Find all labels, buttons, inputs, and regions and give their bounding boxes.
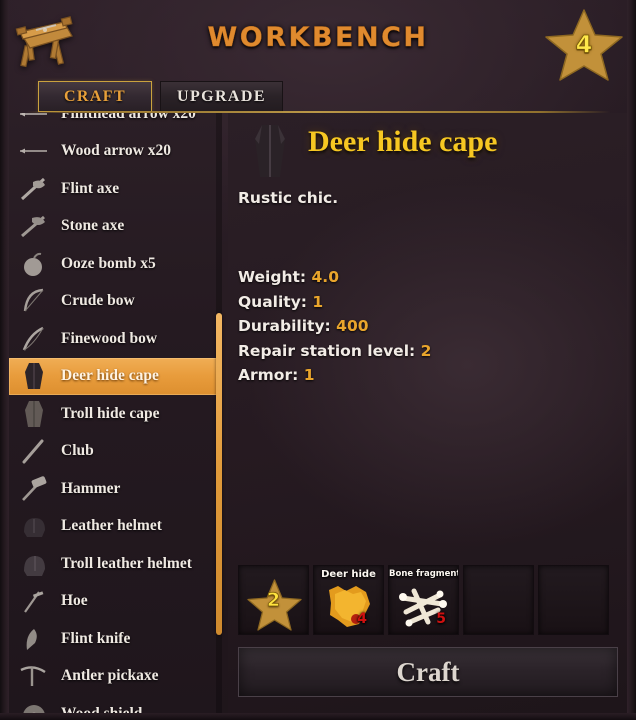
stat-quality-value: 1 <box>312 292 324 311</box>
list-item[interactable]: Ooze bomb x5 <box>9 245 222 283</box>
list-item-label: Stone axe <box>61 217 125 235</box>
recipe-list-inner: Flinthead arrow x20 Wood arrow x20 Flint… <box>9 113 222 713</box>
item-stats: Weight: 4.0 Quality: 1 Durability: 400 R… <box>238 265 618 388</box>
list-item[interactable]: Troll hide cape <box>9 395 222 433</box>
deer-hide-cape-icon <box>255 125 285 177</box>
stat-durability: Durability: 400 <box>238 314 618 339</box>
axe-icon <box>17 174 51 204</box>
stat-armor-label: Armor: <box>238 366 299 384</box>
tab-upgrade[interactable]: UPGRADE <box>160 81 283 112</box>
list-item[interactable]: Flint knife <box>9 620 222 658</box>
stat-durability-value: 400 <box>336 317 369 335</box>
craft-quality-slot[interactable]: 2 <box>238 565 309 635</box>
window-frame-bottom <box>0 713 636 720</box>
helmet-icon <box>17 511 51 541</box>
list-item-label: Wood arrow x20 <box>61 142 171 160</box>
list-item-label: Hammer <box>61 479 121 497</box>
station-level-value: 4 <box>575 30 593 59</box>
tab-bar: CRAFT UPGRADE <box>38 81 283 112</box>
craft-button-label: Craft <box>396 656 460 687</box>
bow-icon <box>17 324 51 354</box>
recipe-list[interactable]: Flinthead arrow x20 Wood arrow x20 Flint… <box>9 113 222 713</box>
list-item[interactable]: Hoe <box>9 583 222 621</box>
list-item-label: Troll hide cape <box>61 404 160 422</box>
stat-quality: Quality: 1 <box>238 290 618 315</box>
list-item-label: Leather helmet <box>61 517 162 535</box>
recipe-list-scrollbar[interactable] <box>216 313 222 635</box>
stat-armor: Armor: 1 <box>238 363 618 388</box>
bow-icon <box>17 286 51 316</box>
list-item[interactable]: Wood arrow x20 <box>9 133 222 171</box>
list-item-label: Ooze bomb x5 <box>61 254 156 272</box>
shield-icon <box>17 699 51 713</box>
ingredient-name: Bone fragments <box>389 569 458 579</box>
club-icon <box>17 436 51 466</box>
list-item-label: Troll leather helmet <box>61 554 192 572</box>
stat-weight-label: Weight: <box>238 268 307 286</box>
workbench-crafting-window: WORKBENCH 4 CRAFT UPGRADE Flinthead arro… <box>0 0 636 720</box>
stat-repair-station-level-label: Repair station level: <box>238 341 416 360</box>
list-item-label: Antler pickaxe <box>61 667 159 685</box>
list-item-label: Club <box>61 442 94 460</box>
stat-weight-value: 4.0 <box>311 268 339 286</box>
tab-craft[interactable]: CRAFT <box>38 81 152 112</box>
item-detail-panel: Deer hide cape Rustic chic. Weight: 4.0 … <box>228 113 627 713</box>
list-item-label: Hoe <box>61 592 88 610</box>
list-item[interactable]: Wood shield <box>9 695 222 713</box>
list-item[interactable]: Finewood bow <box>9 320 222 358</box>
stat-armor-value: 1 <box>303 366 315 384</box>
list-item-label: Finewood bow <box>61 329 158 347</box>
stat-repair-station-level-value: 2 <box>420 341 432 360</box>
ingredient-quantity: 5 <box>436 611 446 627</box>
ingredient-slot-bone-fragments[interactable]: Bone fragments 5 <box>388 565 459 635</box>
stat-repair-station-level: Repair station level: 2 <box>238 339 618 364</box>
list-item[interactable]: Antler pickaxe <box>9 658 222 696</box>
arrow-icon <box>17 136 51 166</box>
deer-hide-icon <box>329 586 370 627</box>
list-item-label: Flinthead arrow x20 <box>61 113 196 122</box>
list-item[interactable]: Stone axe <box>9 208 222 246</box>
list-item-label: Crude bow <box>61 292 135 310</box>
list-item-label: Flint knife <box>61 629 131 647</box>
list-item[interactable]: Troll leather helmet <box>9 545 222 583</box>
helmet-icon <box>17 549 51 579</box>
stat-quality-label: Quality: <box>238 292 308 311</box>
craft-button[interactable]: Craft <box>238 647 618 697</box>
sidebar-item-label: Deer hide cape <box>61 367 159 385</box>
page-title: WORKBENCH <box>207 22 429 53</box>
craft-quality-value: 2 <box>266 589 281 612</box>
list-item-label: Wood shield <box>61 705 142 713</box>
list-item[interactable]: Leather helmet <box>9 508 222 546</box>
list-item[interactable]: Flint axe <box>9 170 222 208</box>
stat-weight: Weight: 4.0 <box>238 265 618 290</box>
list-item[interactable]: Crude bow <box>9 283 222 321</box>
knife-icon <box>17 624 51 654</box>
item-description: Rustic chic. <box>238 189 339 207</box>
stat-durability-label: Durability: <box>238 317 331 335</box>
ingredient-slot-empty-2[interactable] <box>538 565 609 635</box>
pickaxe-icon <box>17 661 51 691</box>
ingredient-quantity: 4 <box>357 611 367 627</box>
arrow-icon <box>17 113 51 129</box>
ingredient-slot-empty-1[interactable] <box>463 565 534 635</box>
ingredient-slot-deer-hide[interactable]: Deer hide 4 <box>313 565 384 635</box>
ingredient-slots: 2 Deer hide 4 Bone fragments 5 <box>238 565 609 635</box>
bomb-icon <box>17 249 51 279</box>
item-title: Deer hide cape <box>308 125 498 158</box>
station-level-badge: 4 <box>544 6 624 84</box>
axe-icon <box>17 211 51 241</box>
list-item-label: Flint axe <box>61 179 120 197</box>
hammer-icon <box>17 474 51 504</box>
cape-icon <box>17 399 51 429</box>
list-item[interactable]: Club <box>9 433 222 471</box>
list-item[interactable]: Hammer <box>9 470 222 508</box>
cape-icon <box>17 361 51 391</box>
hoe-icon <box>17 586 51 616</box>
ingredient-name: Deer hide <box>321 569 376 580</box>
list-item[interactable]: Flinthead arrow x20 <box>9 113 222 133</box>
sidebar-item-deer-hide-cape[interactable]: Deer hide cape <box>9 357 222 395</box>
